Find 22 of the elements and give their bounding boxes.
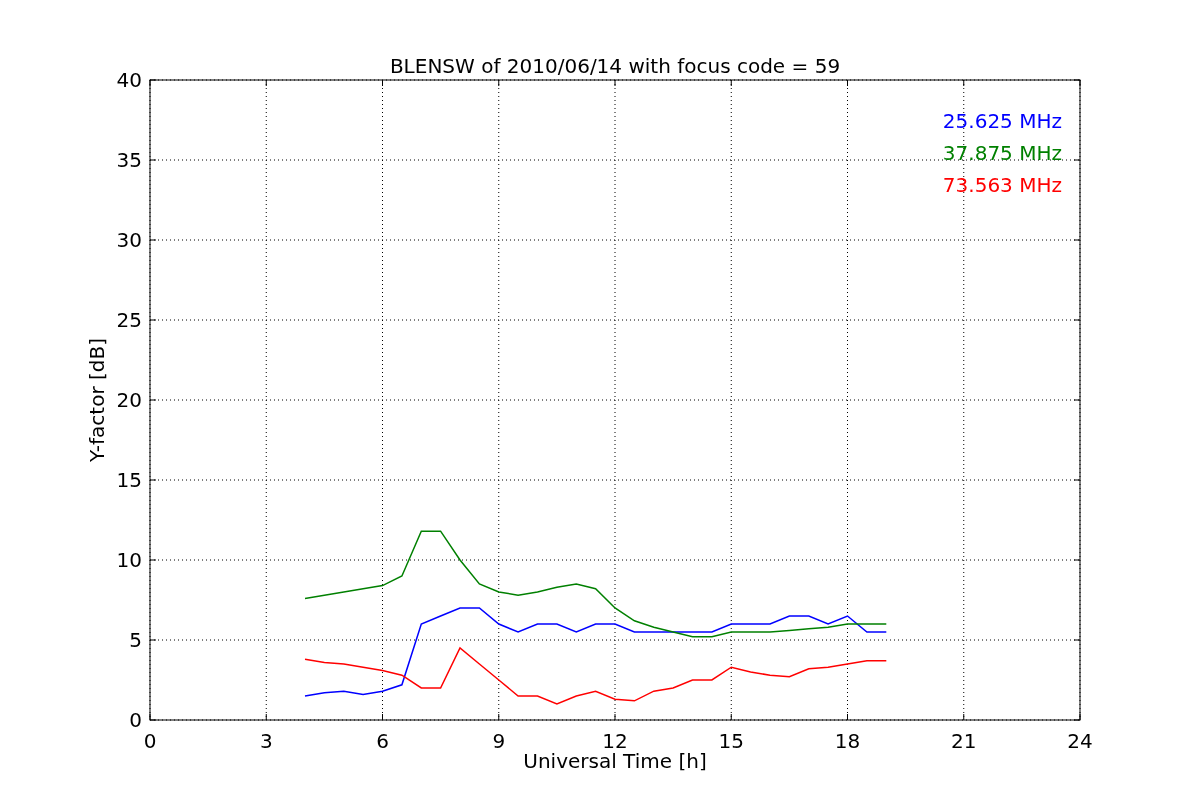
tick-label: 30 [116,228,142,252]
tick-label: 10 [116,548,142,572]
tick-label: 9 [492,729,506,753]
chart-title: BLENSW of 2010/06/14 with focus code = 59 [389,54,841,78]
legend-label: 25.625 MHz [942,109,1062,133]
tick-label: 5 [129,628,142,652]
legend-label: 37.875 MHz [942,141,1062,165]
tick-label: 15 [116,468,142,492]
y-axis-label: Y-factor [dB] [85,338,109,462]
tick-label: 40 [116,68,142,92]
tick-label: 0 [129,708,142,732]
tick-label: 0 [143,729,157,753]
tick-label: 20 [116,388,142,412]
tick-label: 24 [1067,729,1093,753]
tick-label: 21 [951,729,977,753]
tick-label: 6 [376,729,389,753]
tick-label: 25 [116,308,142,332]
tick-label: 15 [718,729,744,753]
tick-label: 35 [116,148,142,172]
tick-label: 3 [259,729,273,753]
tick-label: 18 [834,729,861,753]
legend-label: 73.563 MHz [942,173,1062,197]
